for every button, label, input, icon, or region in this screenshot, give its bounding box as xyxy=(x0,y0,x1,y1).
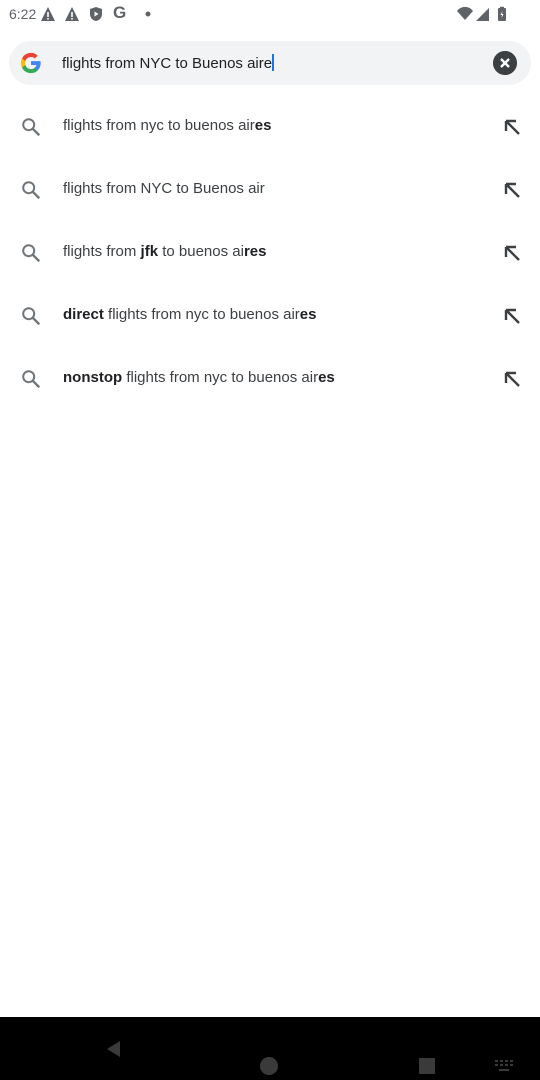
suggestion-item[interactable]: flights from nyc to buenos aires xyxy=(0,95,540,158)
google-g-icon: G xyxy=(113,3,127,22)
suggestion-text: flights from NYC to Buenos air xyxy=(63,180,265,197)
wifi-icon xyxy=(457,6,473,20)
text-cursor xyxy=(272,54,275,71)
recents-icon[interactable] xyxy=(418,1057,436,1075)
suggestion-text-bold: jfk xyxy=(140,243,159,260)
alert-icon xyxy=(65,7,79,21)
suggestion-text: nonstop flights from nyc to buenos aires xyxy=(63,369,335,386)
suggestion-text-bold: nonstop xyxy=(63,369,123,386)
signal-icon xyxy=(476,8,489,21)
search-bar[interactable]: flights from NYC to Buenos aire xyxy=(9,41,531,85)
suggestion-text-bold: es xyxy=(299,306,317,323)
google-logo-icon xyxy=(20,52,41,74)
suggestion-text-part: flights from nyc to buenos air xyxy=(63,117,255,134)
suggestion-text-part: flights from NYC to Buenos air xyxy=(63,180,265,197)
shield-play-icon xyxy=(90,7,102,21)
suggestion-item[interactable]: nonstop flights from nyc to buenos aires xyxy=(0,347,540,410)
suggestion-text: flights from nyc to buenos aires xyxy=(63,117,271,134)
fill-query-arrow-icon[interactable] xyxy=(500,241,524,265)
suggestion-text-part: flights from nyc to buenos air xyxy=(103,306,300,323)
search-query-text: flights from NYC to Buenos aire xyxy=(62,55,273,72)
search-icon xyxy=(22,181,41,200)
search-icon xyxy=(22,244,41,263)
dot-icon xyxy=(145,11,151,17)
clock: 6:22 xyxy=(9,6,37,22)
battery-icon xyxy=(498,6,506,21)
fill-query-arrow-icon[interactable] xyxy=(500,367,524,391)
fill-query-arrow-icon[interactable] xyxy=(500,115,524,139)
suggestion-text-bold: es xyxy=(254,117,272,134)
suggestion-text-part: flights from nyc to buenos air xyxy=(122,369,319,386)
search-icon xyxy=(22,370,41,389)
back-icon[interactable] xyxy=(104,1039,122,1059)
suggestion-item[interactable]: direct flights from nyc to buenos aires xyxy=(0,284,540,347)
suggestion-text: flights from jfk to buenos aires xyxy=(63,243,266,260)
suggestion-item[interactable]: flights from jfk to buenos aires xyxy=(0,221,540,284)
fill-query-arrow-icon[interactable] xyxy=(500,304,524,328)
suggestion-text-part: to buenos ai xyxy=(158,243,244,260)
keyboard-icon[interactable] xyxy=(494,1059,514,1073)
search-icon xyxy=(22,118,41,137)
status-bar: 6:22 G xyxy=(0,0,540,30)
suggestion-text-bold: res xyxy=(243,243,267,260)
suggestion-text-part: flights from xyxy=(63,243,141,260)
home-icon[interactable] xyxy=(258,1055,280,1077)
close-icon[interactable] xyxy=(493,51,517,75)
search-input[interactable]: flights from NYC to Buenos aire xyxy=(62,54,275,72)
alert-icon xyxy=(41,7,55,21)
search-icon xyxy=(22,307,41,326)
navigation-bar xyxy=(0,1017,540,1080)
suggestion-text-bold: es xyxy=(318,369,335,386)
fill-query-arrow-icon[interactable] xyxy=(500,178,524,202)
suggestion-text-bold: direct xyxy=(63,306,104,323)
suggestion-text: direct flights from nyc to buenos aires xyxy=(63,306,316,323)
suggestion-item[interactable]: flights from NYC to Buenos air xyxy=(0,158,540,221)
